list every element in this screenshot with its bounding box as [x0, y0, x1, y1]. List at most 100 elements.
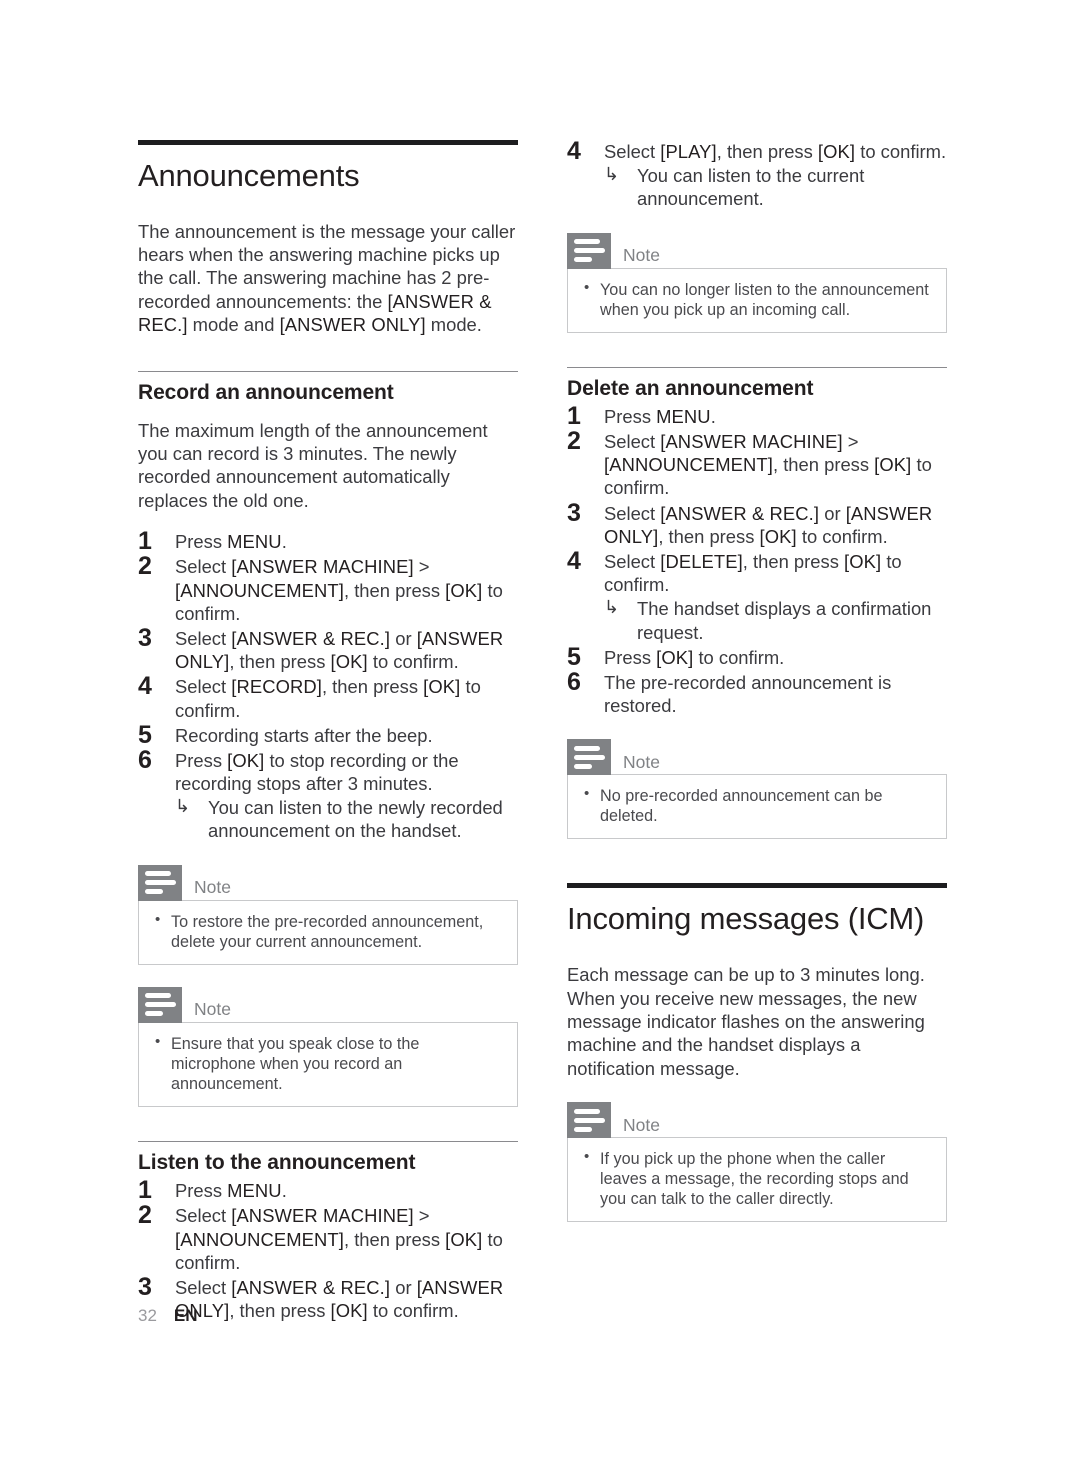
subsection-rule-delete [567, 366, 947, 368]
listen-steps-list: 1 Press MENU. 2 Select [ANSWER MACHINE] > [… [138, 1176, 518, 1322]
subsection-rule-listen [138, 1141, 518, 1143]
ui-token: MENU [227, 1180, 282, 1202]
note-box-restore: Note To restore the pre-recorded announc… [138, 864, 518, 965]
step-text: Select [ANSWER MACHINE] > [ANNOUNCEMENT]… [604, 431, 932, 499]
delete-steps-list: 1 Press MENU. 2 Select [ANSWER MACHINE] > [… [567, 402, 947, 717]
subsection-heading-listen: Listen to the announcement [138, 1151, 416, 1175]
ui-token: [ANSWER MACHINE] [231, 1205, 414, 1227]
announcements-intro-paragraph: The announcement is the message your cal… [138, 220, 516, 336]
ui-token: [PLAY] [660, 141, 717, 162]
note-icon [567, 232, 611, 269]
step-item: 5 Press [OK] to confirm. [567, 643, 947, 671]
ui-token: [OK] [330, 651, 368, 673]
step-text: Press MENU. [175, 531, 287, 553]
manual-page: Announcements The announcement is the me… [0, 0, 1080, 1460]
ui-token: [ANSWER ONLY] [279, 314, 426, 336]
result-text: The handset displays a confirmation requ… [637, 598, 932, 643]
note-box-pickup: Note If you pick up the phone when the c… [567, 1102, 947, 1223]
step-text: The pre-recorded announcement is restore… [604, 671, 892, 717]
step-item: 4 Select [PLAY], then press [OK] to confi… [567, 137, 947, 211]
step-number: 6 [138, 745, 152, 774]
ui-token: [OK] [874, 454, 912, 476]
note-label: Note [623, 751, 660, 772]
step-item: 4 Select [DELETE], then press [OK] to con… [567, 547, 947, 644]
step-number: 4 [567, 137, 581, 165]
note-body: No pre-recorded announcement can be dele… [567, 774, 947, 840]
step-number: 3 [567, 498, 581, 527]
ui-token: [ANSWER & REC.] [660, 502, 820, 524]
note-box-microphone: Note Ensure that you speak close to the … [138, 986, 518, 1108]
step-item: 3 Select [ANSWER & REC.] or [ANSWER ONLY]… [567, 499, 947, 548]
page-number: 32 [138, 1306, 157, 1325]
step-item: 2 Select [ANSWER MACHINE] > [ANNOUNCEMENT… [138, 552, 518, 625]
step-item: 1 Press MENU. [567, 402, 947, 430]
note-header: Note [567, 1102, 947, 1139]
note-item: You can no longer listen to the announce… [582, 279, 932, 320]
note-header: Note [567, 739, 947, 776]
page-language: EN [173, 1306, 198, 1325]
listen-steps-continued-list: 4 Select [PLAY], then press [OK] to confi… [567, 137, 947, 211]
note-icon [567, 1102, 611, 1139]
step-item: 1 Press MENU. [138, 527, 518, 555]
icm-intro-paragraph: Each message can be up to 3 minutes long… [567, 964, 925, 1079]
step-text: Press MENU. [604, 405, 716, 427]
note-body: Ensure that you speak close to the micro… [138, 1021, 518, 1108]
note-list: No pre-recorded announcement can be dele… [582, 785, 932, 826]
ui-token: [ANSWER MACHINE] [231, 556, 414, 578]
note-header: Note [567, 232, 947, 269]
subsection-heading-record: Record an announcement [138, 380, 394, 404]
ui-token: [ANNOUNCEMENT] [175, 579, 344, 601]
left-column: Announcements The announcement is the me… [138, 140, 518, 1324]
step-item: 3 Select [ANSWER & REC.] or [ANSWER ONLY]… [138, 624, 518, 673]
note-label: Note [194, 999, 231, 1020]
page-title-icm: Incoming messages (ICM) [567, 901, 925, 937]
note-label: Note [623, 245, 660, 266]
note-body: To restore the pre-recorded announcement… [138, 899, 518, 965]
subsection-heading-delete: Delete an announcement [567, 376, 814, 400]
step-text: Recording starts after the beep. [175, 724, 433, 746]
step-result: ↳ You can listen to the newly recorded an… [175, 796, 518, 842]
step-item: 2 Select [ANSWER MACHINE] > [ANNOUNCEMENT… [138, 1201, 518, 1274]
result-text: You can listen to the current announceme… [637, 165, 865, 210]
page-footer: 32 EN [138, 1307, 198, 1324]
ui-token: [OK] [445, 579, 483, 601]
note-icon [138, 986, 182, 1023]
note-box-incoming-call: Note You can no longer listen to the ann… [567, 232, 947, 333]
step-text: Select [ANSWER MACHINE] > [ANNOUNCEMENT]… [175, 556, 503, 624]
step-text: Select [ANSWER & REC.] or [ANSWER ONLY],… [175, 627, 504, 673]
step-item: 6 The pre-recorded announcement is restor… [567, 668, 947, 717]
note-icon [138, 864, 182, 901]
step-number: 2 [138, 552, 152, 581]
step-text: Press [OK] to confirm. [604, 646, 785, 668]
ui-token: [ANSWER & REC.] [231, 627, 391, 649]
section-rule-announcements [138, 140, 518, 145]
step-text: Press [OK] to stop recording or the reco… [175, 749, 459, 795]
note-item: Ensure that you speak close to the micro… [153, 1033, 503, 1094]
ui-token: [OK] [423, 676, 461, 698]
note-item: If you pick up the phone when the caller… [582, 1148, 932, 1209]
ui-token: [OK] [330, 1300, 368, 1322]
note-list: You can no longer listen to the announce… [582, 279, 932, 320]
note-list: To restore the pre-recorded announcement… [153, 911, 503, 952]
step-text: Select [PLAY], then press [OK] to confir… [604, 141, 947, 162]
step-number: 4 [138, 672, 152, 701]
step-text: Select [DELETE], then press [OK] to conf… [604, 550, 902, 596]
note-list: If you pick up the phone when the caller… [582, 1148, 932, 1209]
right-column: 4 Select [PLAY], then press [OK] to confi… [567, 137, 947, 1223]
step-text: Select [RECORD], then press [OK] to conf… [175, 676, 481, 721]
step-number: 2 [567, 427, 581, 456]
note-list: Ensure that you speak close to the micro… [153, 1033, 503, 1094]
ui-token: [OK] [656, 646, 694, 668]
result-arrow-icon: ↳ [604, 597, 620, 618]
step-number: 2 [138, 1201, 152, 1230]
step-text: Select [ANSWER & REC.] or [ANSWER ONLY],… [175, 1276, 504, 1322]
ui-token: [OK] [759, 525, 797, 547]
ui-token: [ANSWER MACHINE] [660, 431, 843, 453]
note-item: To restore the pre-recorded announcement… [153, 911, 503, 952]
step-item: 1 Press MENU. [138, 1176, 518, 1204]
step-result: ↳ The handset displays a confirmation req… [604, 597, 947, 643]
note-header: Note [138, 986, 518, 1023]
note-label: Note [623, 1114, 660, 1135]
note-item: No pre-recorded announcement can be dele… [582, 785, 932, 826]
step-item: 5 Recording starts after the beep. [138, 721, 518, 749]
